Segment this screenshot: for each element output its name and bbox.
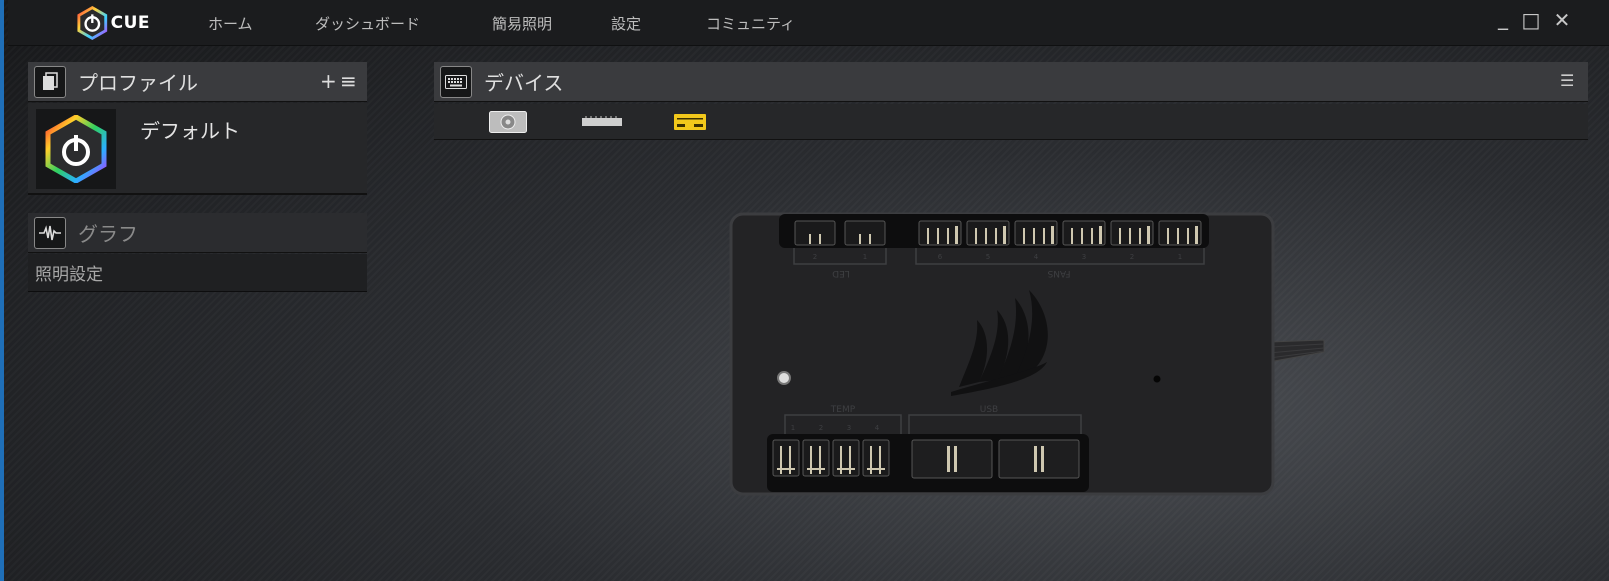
device-tab-memory[interactable] — [582, 110, 622, 134]
devices-title: デバイス — [484, 71, 564, 95]
device-tab-fan-controller[interactable] — [488, 110, 528, 134]
commander-pro-icon — [674, 114, 706, 130]
app-logo[interactable]: CUE — [76, 6, 150, 40]
fan-port-1[interactable] — [1158, 220, 1202, 246]
led-port-label: 2 — [813, 253, 817, 261]
devices-menu-button[interactable]: ☰ — [1560, 71, 1574, 90]
fan-port-label: 5 — [986, 253, 990, 261]
maximize-button[interactable]: □ — [1519, 8, 1543, 32]
graph-icon — [34, 216, 66, 249]
hub-led-label: LED — [832, 268, 850, 278]
fan-port-label: 4 — [1034, 253, 1039, 261]
temp-port-label: 3 — [847, 424, 851, 432]
temp-port-label: 2 — [819, 424, 823, 432]
add-profile-button[interactable]: + — [320, 69, 337, 93]
led-port-label: 1 — [863, 253, 867, 261]
icue-profile-icon — [45, 115, 107, 183]
close-button[interactable]: ✕ — [1550, 8, 1574, 32]
fan-port-label: 6 — [938, 253, 943, 261]
app-logo-text: CUE — [110, 13, 150, 33]
temp-port-4[interactable] — [862, 439, 890, 477]
minimize-button[interactable]: _ — [1491, 6, 1515, 30]
profile-thumbnail — [36, 109, 116, 189]
fan-port-6[interactable] — [918, 220, 962, 246]
profiles-menu-button[interactable]: ≡ — [340, 69, 357, 93]
nav-quick-lighting[interactable]: 簡易照明 — [492, 0, 552, 46]
lighting-settings-item[interactable]: 照明設定 — [28, 254, 367, 292]
hub-fans-label: FANS — [1047, 268, 1070, 278]
hub-temp-label: TEMP — [830, 405, 856, 415]
fan-port-2[interactable] — [1110, 220, 1154, 246]
temp-port-label: 4 — [875, 424, 880, 432]
nav-dashboard[interactable]: ダッシュボード — [315, 0, 420, 46]
fan-port-label: 2 — [1130, 253, 1134, 261]
nav-community[interactable]: コミュニティ — [706, 0, 795, 46]
fan-controller-icon — [489, 111, 527, 133]
temp-port-1[interactable] — [772, 439, 800, 477]
profiles-title: プロファイル — [78, 71, 198, 95]
fan-port-5[interactable] — [966, 220, 1010, 246]
fan-port-label: 1 — [1178, 253, 1182, 261]
fan-port-3[interactable] — [1062, 220, 1106, 246]
fan-port-label: 3 — [1082, 253, 1086, 261]
device-tab-commander-pro[interactable] — [670, 110, 710, 134]
commander-pro-hub[interactable]: LED FANS TEMP USB 6 5 4 3 2 1 2 1 1 2 3 … — [729, 212, 1329, 506]
profile-item-default[interactable]: デフォルト — [28, 103, 367, 195]
temp-port-label: 1 — [791, 424, 795, 432]
fan-port-4[interactable] — [1014, 220, 1058, 246]
keyboard-icon — [440, 65, 472, 98]
temp-port-3[interactable] — [832, 439, 860, 477]
profile-name: デフォルト — [140, 119, 240, 143]
profiles-icon — [34, 65, 66, 98]
graph-title: グラフ — [78, 222, 138, 246]
nav-home[interactable]: ホーム — [208, 0, 253, 46]
devices-header: デバイス ☰ — [434, 62, 1588, 102]
profiles-header: プロファイル + ≡ — [28, 62, 367, 102]
temp-port-2[interactable] — [802, 439, 830, 477]
graph-header[interactable]: グラフ — [28, 213, 367, 253]
nav-settings[interactable]: 設定 — [611, 0, 641, 46]
hub-usb-label: USB — [980, 405, 998, 415]
app-window: CUE ホーム ダッシュボード 簡易照明 設定 コミュニティ _ □ ✕ プロフ… — [0, 0, 1609, 581]
device-tabs — [434, 104, 1588, 140]
title-bar: CUE ホーム ダッシュボード 簡易照明 設定 コミュニティ _ □ ✕ — [8, 0, 1609, 46]
memory-icon — [582, 116, 622, 126]
icue-logo-icon — [77, 6, 108, 40]
